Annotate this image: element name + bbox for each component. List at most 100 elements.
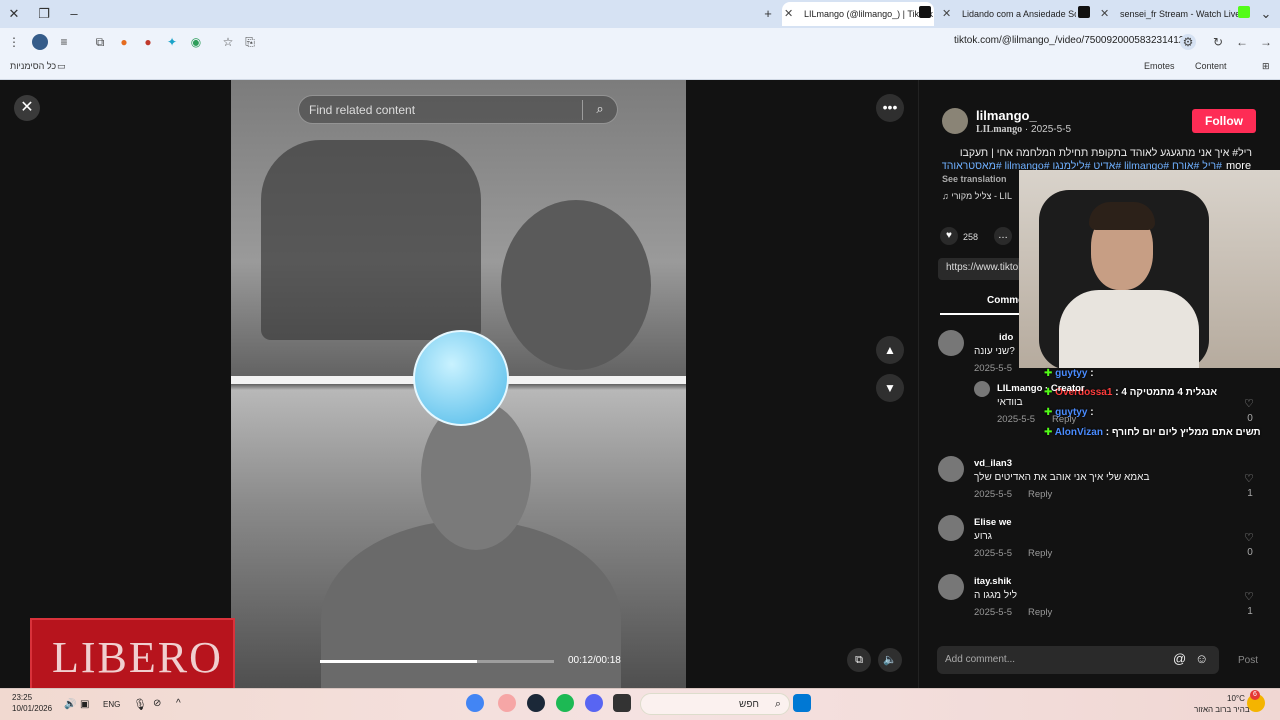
language-indicator[interactable]: ENG xyxy=(103,700,120,709)
new-tab-icon[interactable]: + xyxy=(758,4,778,24)
comment-like-icon[interactable]: ♡ xyxy=(1244,531,1254,544)
comment-text: שני עונה? xyxy=(974,346,1015,357)
tray-chevron-icon[interactable]: ^ xyxy=(176,698,181,709)
bookmark-content[interactable]: Content xyxy=(1195,61,1227,71)
bookmark-emotes[interactable]: Emotes xyxy=(1144,61,1175,71)
comment-like-icon[interactable]: ♡ xyxy=(1244,472,1254,485)
extension-icon[interactable]: ◉ xyxy=(188,34,204,50)
tab-kick[interactable]: ✕ sensei_fr Stream - Watch Live on Kick xyxy=(1098,2,1238,26)
follow-button[interactable]: Follow xyxy=(1192,109,1256,133)
tab-search-icon[interactable]: ⌄ xyxy=(1256,4,1276,24)
reply-button[interactable]: Reply xyxy=(1028,607,1052,618)
chrome-icon[interactable] xyxy=(466,694,484,712)
chat-text: : אנגלית 4 מתמטיקה 4 xyxy=(1115,387,1218,398)
spotify-icon[interactable] xyxy=(556,694,574,712)
comment-avatar[interactable] xyxy=(938,574,964,600)
comment-username[interactable]: Elise we xyxy=(974,517,1012,528)
like-heart-icon[interactable]: ♥ xyxy=(940,227,958,245)
like-count: 258 xyxy=(963,232,979,242)
previous-video-icon[interactable]: ▲ xyxy=(876,336,904,364)
tab-tiktok[interactable]: ✕ LILmango (@lilmango_) | TikTok xyxy=(782,2,934,26)
video-progress-bar[interactable] xyxy=(320,660,554,663)
emoji-icon[interactable]: ☺ xyxy=(1195,651,1208,666)
music-line[interactable]: ♫ צליל מקורי - LIL xyxy=(942,191,1012,201)
chat-badge-icon: ✚ xyxy=(1044,368,1056,379)
comment-date: 2025-5-5 xyxy=(974,489,1013,500)
related-search-input[interactable]: Find related content ⌕ xyxy=(298,95,618,124)
post-date: 2025-5-5 xyxy=(1031,124,1072,135)
libero-logo: LIBERO xyxy=(30,618,235,690)
extension-icon[interactable]: ≡ xyxy=(56,34,72,50)
menu-icon[interactable]: ⋮ xyxy=(6,34,22,50)
post-button[interactable]: Post xyxy=(1238,655,1258,666)
next-video-icon[interactable]: ▼ xyxy=(876,374,904,402)
steam-icon[interactable] xyxy=(527,694,545,712)
puzzle-icon[interactable]: ⧉ xyxy=(92,34,108,50)
reload-icon[interactable]: ↻ xyxy=(1210,34,1226,50)
comment-avatar[interactable] xyxy=(938,456,964,482)
comment-text: באמא שלי איך אני אוהב את האדיטים שלך xyxy=(974,472,1150,483)
forward-icon[interactable]: → xyxy=(1258,34,1274,50)
reply-button[interactable]: Reply xyxy=(1028,489,1052,500)
bookmark-star-icon[interactable]: ☆ xyxy=(220,34,236,50)
notification-badge: 6 xyxy=(1250,690,1260,700)
mention-icon[interactable]: @ xyxy=(1173,651,1186,666)
progress-fill xyxy=(320,660,477,663)
comment-like-icon[interactable]: ♡ xyxy=(1244,590,1254,603)
url-field[interactable]: tiktok.com/@lilmango_/video/750092000583… xyxy=(954,35,1190,46)
chat-username: AlonVizan xyxy=(1054,427,1103,438)
microphone-icon[interactable]: 🎙 xyxy=(133,698,147,711)
apps-grid-icon[interactable]: ⊞ xyxy=(1262,61,1270,72)
comment-username[interactable]: ido xyxy=(999,332,1013,343)
close-window-icon[interactable]: ✕ xyxy=(4,4,24,24)
terminal-icon[interactable] xyxy=(613,694,631,712)
comment-avatar[interactable] xyxy=(938,515,964,541)
comment-username[interactable]: itay.shik xyxy=(974,576,1011,587)
restore-window-icon[interactable]: ❐ xyxy=(34,4,54,24)
extension-icon[interactable]: ✦ xyxy=(164,34,180,50)
comment-like-icon[interactable]: ♡ xyxy=(1244,397,1254,410)
comment-like-count: 0 xyxy=(1247,547,1253,558)
site-settings-icon[interactable]: ⚙ xyxy=(1180,34,1196,50)
cast-icon[interactable]: ⎘ xyxy=(242,34,258,50)
see-translation-link[interactable]: See translation xyxy=(942,174,1007,184)
comment-date: 2025-5-5 xyxy=(974,548,1013,559)
close-video-icon[interactable]: ✕ xyxy=(14,95,40,121)
windows-start-icon[interactable] xyxy=(793,694,811,712)
clock-date[interactable]: 10/01/2026 xyxy=(12,704,52,713)
comment-bubble-icon[interactable]: … xyxy=(994,227,1012,245)
profile-avatar[interactable] xyxy=(32,34,48,50)
pip-icon[interactable]: ⧉ xyxy=(847,648,871,672)
taskbar-search-input[interactable]: חפש ⌕ xyxy=(640,693,790,715)
search-icon[interactable]: ⌕ xyxy=(591,101,609,119)
network-icon[interactable]: ▣ xyxy=(80,699,89,710)
discord-icon[interactable] xyxy=(585,694,603,712)
close-tab-icon[interactable]: ✕ xyxy=(942,2,951,26)
camera-off-icon[interactable]: ⊘ xyxy=(153,698,161,709)
comment-like-count: 1 xyxy=(1247,488,1253,499)
volume-icon[interactable]: 🔈 xyxy=(878,648,902,672)
close-tab-icon[interactable]: ✕ xyxy=(1100,2,1109,26)
all-bookmarks-folder[interactable]: כל הסימניות xyxy=(10,61,56,71)
close-tab-icon[interactable]: ✕ xyxy=(784,2,793,26)
comment-username[interactable]: vd_ilan3 xyxy=(974,458,1012,469)
post-description: ריל# איך אני מתגעגע לאוהד בתקופת תחילת ה… xyxy=(959,147,1252,159)
volume-tray-icon[interactable]: 🔊 xyxy=(64,699,76,710)
extension-icon[interactable]: ● xyxy=(116,34,132,50)
extension-icon[interactable]: ● xyxy=(140,34,156,50)
tiktok-favicon-icon xyxy=(919,6,931,18)
back-icon[interactable]: ← xyxy=(1234,34,1250,50)
minimize-window-icon[interactable]: – xyxy=(64,4,84,24)
reply-button[interactable]: Reply xyxy=(1052,414,1076,425)
tab-anxiety[interactable]: ✕ Lidando com a Ansiedade Social xyxy=(940,2,1076,26)
comment-username[interactable]: LILmango · Creator xyxy=(997,383,1085,394)
creator-avatar[interactable] xyxy=(942,108,968,134)
comment-avatar[interactable] xyxy=(974,381,990,397)
cold-face-emoji-icon xyxy=(413,330,509,426)
comment-avatar[interactable] xyxy=(938,330,964,356)
creator-username[interactable]: lilmango_ xyxy=(976,108,1037,123)
more-options-icon[interactable]: ••• xyxy=(876,94,904,122)
app-icon[interactable] xyxy=(498,694,516,712)
reply-button[interactable]: Reply xyxy=(1028,548,1052,559)
clock-time[interactable]: 23:25 xyxy=(12,693,32,702)
